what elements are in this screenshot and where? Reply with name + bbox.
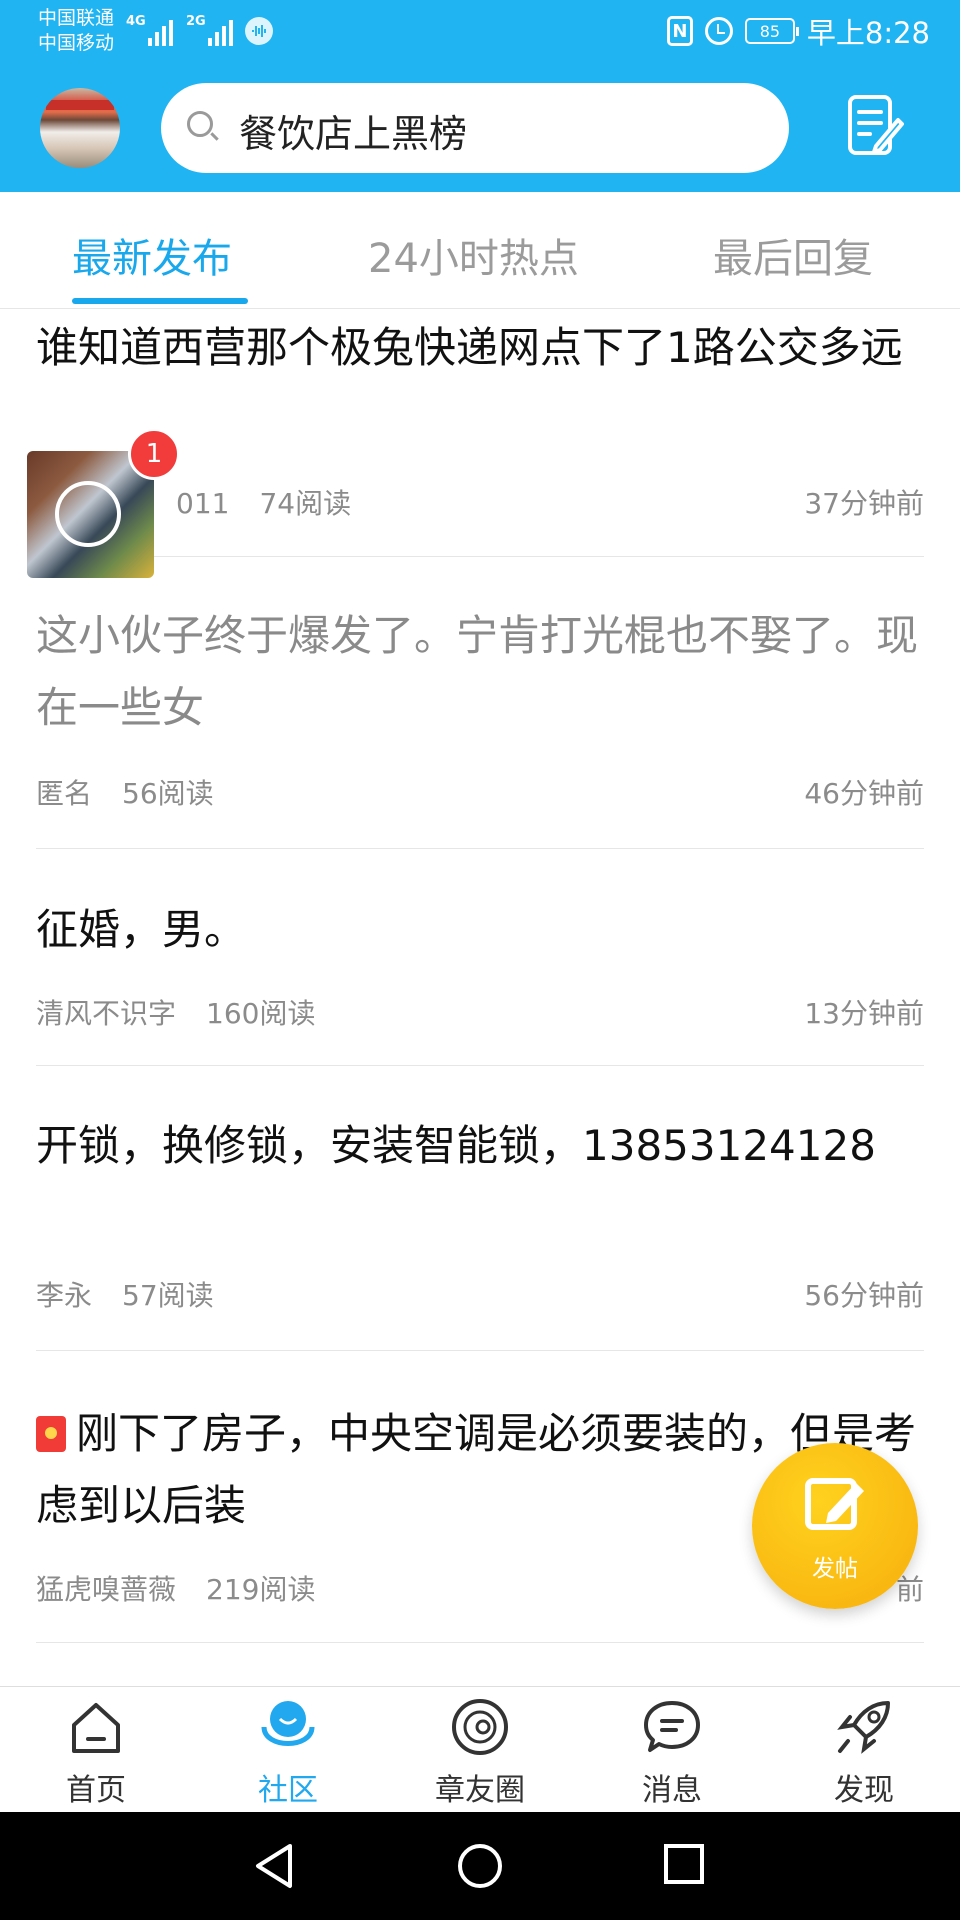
battery-icon: 85: [744, 18, 799, 44]
nav-community[interactable]: 社区: [228, 1687, 348, 1813]
nfc-icon: N: [666, 16, 693, 46]
post-title[interactable]: 谁知道西营那个极兔快递网点下了1路公交多远: [36, 312, 924, 384]
post-time: 37分钟前: [804, 487, 924, 520]
status-bar: 中国联通 中国移动 4G 2G N 85 早上8:28: [0, 0, 960, 64]
post-reads: 160阅读: [206, 997, 316, 1030]
home-button-icon[interactable]: [456, 1842, 504, 1890]
bottom-nav: 首页 社区 章友圈 消息 发现: [0, 1686, 960, 1813]
community-icon: [261, 1701, 315, 1746]
play-icon[interactable]: [55, 481, 121, 547]
post-reads: 57阅读: [122, 1279, 214, 1312]
divider: [36, 1642, 924, 1643]
avatar[interactable]: [40, 88, 120, 168]
post-meta: 猛虎嗅蔷薇 219阅读: [36, 1568, 345, 1608]
alarm-icon: [704, 17, 733, 45]
post-author: 猛虎嗅蔷薇: [36, 1573, 177, 1606]
orbit-icon: [452, 1699, 508, 1755]
search-bar[interactable]: 餐饮店上黑榜: [161, 83, 789, 173]
recents-icon[interactable]: [662, 1842, 706, 1886]
post-reads: 74阅读: [259, 487, 352, 520]
tab-latest[interactable]: 最新发布: [72, 226, 232, 284]
post-time: 56分钟前: [804, 1279, 924, 1312]
rocket-icon: [837, 1701, 890, 1754]
clock: 早上8:28: [806, 16, 930, 50]
search-input[interactable]: 餐饮店上黑榜: [239, 103, 467, 158]
nav-discover[interactable]: 发现: [804, 1687, 924, 1813]
write-note-icon[interactable]: [846, 94, 904, 158]
post-item[interactable]: 这小伙子终于爆发了。宁肯打光棍也不娶了。现在一些女 匿名 56阅读 46分钟前: [36, 600, 924, 848]
post-author: 李永: [36, 1279, 93, 1312]
new-post-button[interactable]: 发帖: [752, 1443, 918, 1609]
nav-label: 首页: [66, 1773, 126, 1808]
signal-1-type: 4G: [126, 14, 146, 29]
red-packet-icon: [36, 1416, 66, 1452]
post-title[interactable]: 开锁，换修锁，安装智能锁，13853124128: [36, 1112, 924, 1180]
carrier-1: 中国联通: [38, 7, 115, 29]
post-author: 011: [176, 487, 230, 520]
wifi-calling-icon: [245, 17, 273, 45]
divider: [36, 1065, 924, 1066]
system-nav-bar: [0, 1812, 960, 1920]
divider: [36, 556, 924, 557]
divider: [36, 1350, 924, 1351]
tab-indicator: [72, 298, 248, 304]
back-icon[interactable]: [252, 1842, 298, 1890]
post-author: 清风不识字: [36, 997, 177, 1030]
post-meta: 李永 57阅读: [36, 1274, 244, 1314]
divider: [36, 848, 924, 849]
post-title[interactable]: 这小伙子终于爆发了。宁肯打光棍也不娶了。现在一些女: [36, 600, 924, 744]
post-meta: 匿名 56阅读: [36, 772, 244, 812]
post-meta: 011 74阅读: [176, 482, 381, 522]
nav-friends-circle[interactable]: 章友圈: [420, 1687, 540, 1813]
search-icon: [187, 111, 213, 137]
tab-last-reply[interactable]: 最后回复: [713, 226, 873, 284]
post-reads: 56阅读: [122, 777, 214, 810]
edit-icon: [805, 1478, 864, 1530]
nav-label: 社区: [258, 1773, 318, 1808]
notification-badge: 1: [128, 428, 180, 480]
signal-1-icon: 4G: [126, 14, 174, 46]
signal-2-type: 2G: [186, 14, 206, 29]
nav-messages[interactable]: 消息: [612, 1687, 732, 1813]
post-item[interactable]: 征婚，男。 清风不识字 160阅读 13分钟前: [36, 894, 924, 1064]
post-title[interactable]: 征婚，男。: [36, 894, 924, 966]
post-item[interactable]: 开锁，换修锁，安装智能锁，13853124128 李永 57阅读 56分钟前: [36, 1112, 924, 1352]
post-time: 13分钟前: [804, 997, 924, 1030]
battery-level: 85: [759, 21, 781, 41]
tab-24h-hot[interactable]: 24小时热点: [368, 226, 579, 284]
message-icon: [644, 1701, 700, 1752]
post-author: 匿名: [36, 777, 93, 810]
carrier-2: 中国移动: [38, 32, 115, 54]
post-meta: 清风不识字 160阅读: [36, 992, 345, 1032]
nav-label: 章友圈: [435, 1773, 525, 1808]
signal-2-icon: 2G: [186, 14, 234, 46]
nav-label: 消息: [642, 1773, 702, 1808]
nav-label: 发现: [834, 1773, 894, 1808]
app-header: 中国联通 中国移动 4G 2G N 85 早上8:28 餐饮店上黑榜: [0, 0, 960, 192]
tab-bar: 最新发布 24小时热点 最后回复: [0, 192, 960, 309]
post-time: 46分钟前: [804, 777, 924, 810]
post-reads: 219阅读: [206, 1573, 316, 1606]
status-right: N 85 早上8:28: [666, 10, 930, 52]
new-post-label: 发帖: [812, 1556, 858, 1582]
carrier-info: 中国联通 中国移动: [38, 6, 114, 56]
nav-home[interactable]: 首页: [36, 1687, 156, 1813]
home-icon: [72, 1703, 120, 1753]
